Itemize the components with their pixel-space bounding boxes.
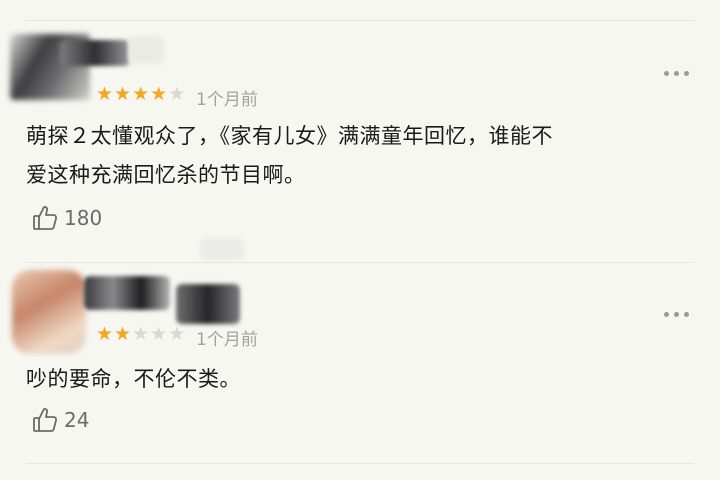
rating-stars: ★ ★ ★ ★ ★ <box>96 325 185 344</box>
star-empty-icon: ★ <box>132 323 150 345</box>
comment-divider <box>26 262 694 263</box>
username-redacted-fade <box>128 36 164 64</box>
more-options-icon[interactable] <box>664 312 689 317</box>
like-button[interactable]: 180 <box>32 204 102 232</box>
more-options-icon[interactable] <box>664 71 689 76</box>
username-redacted-fade <box>200 238 244 260</box>
top-divider <box>26 20 694 21</box>
star-empty-icon: ★ <box>168 323 186 345</box>
comment-text-line: 爱这种充满回忆杀的节目啊。 <box>26 163 306 187</box>
avatar[interactable] <box>12 270 86 354</box>
username-redacted[interactable] <box>84 276 170 310</box>
comment-text-line: 吵的要命，不伦不类。 <box>26 367 241 391</box>
like-count: 180 <box>64 206 103 230</box>
star-filled-icon: ★ <box>132 83 150 105</box>
star-empty-icon: ★ <box>150 323 168 345</box>
comment-text-line: 萌探２太懂观众了，《家有儿女》满满童年回忆，谁能不 <box>26 124 553 148</box>
comment-text: 萌探２太懂观众了，《家有儿女》满满童年回忆，谁能不 爱这种充满回忆杀的节目啊。 <box>26 117 692 195</box>
star-filled-icon: ★ <box>96 83 114 105</box>
rating-stars: ★ ★ ★ ★ ★ <box>96 85 185 104</box>
star-filled-icon: ★ <box>150 83 168 105</box>
thumbs-up-icon <box>32 406 58 434</box>
star-filled-icon: ★ <box>96 323 114 345</box>
like-count: 24 <box>64 408 90 432</box>
username-redacted <box>176 284 240 324</box>
comment-text: 吵的要命，不伦不类。 <box>26 360 692 399</box>
thumbs-up-icon <box>32 204 58 232</box>
star-empty-icon: ★ <box>168 83 186 105</box>
comment-time: 1个月前 <box>196 90 258 110</box>
comment-time: 1个月前 <box>196 330 258 350</box>
star-filled-icon: ★ <box>114 83 132 105</box>
bottom-divider <box>26 463 694 464</box>
star-filled-icon: ★ <box>114 323 132 345</box>
username-redacted[interactable] <box>60 40 130 66</box>
like-button[interactable]: 24 <box>32 406 89 434</box>
